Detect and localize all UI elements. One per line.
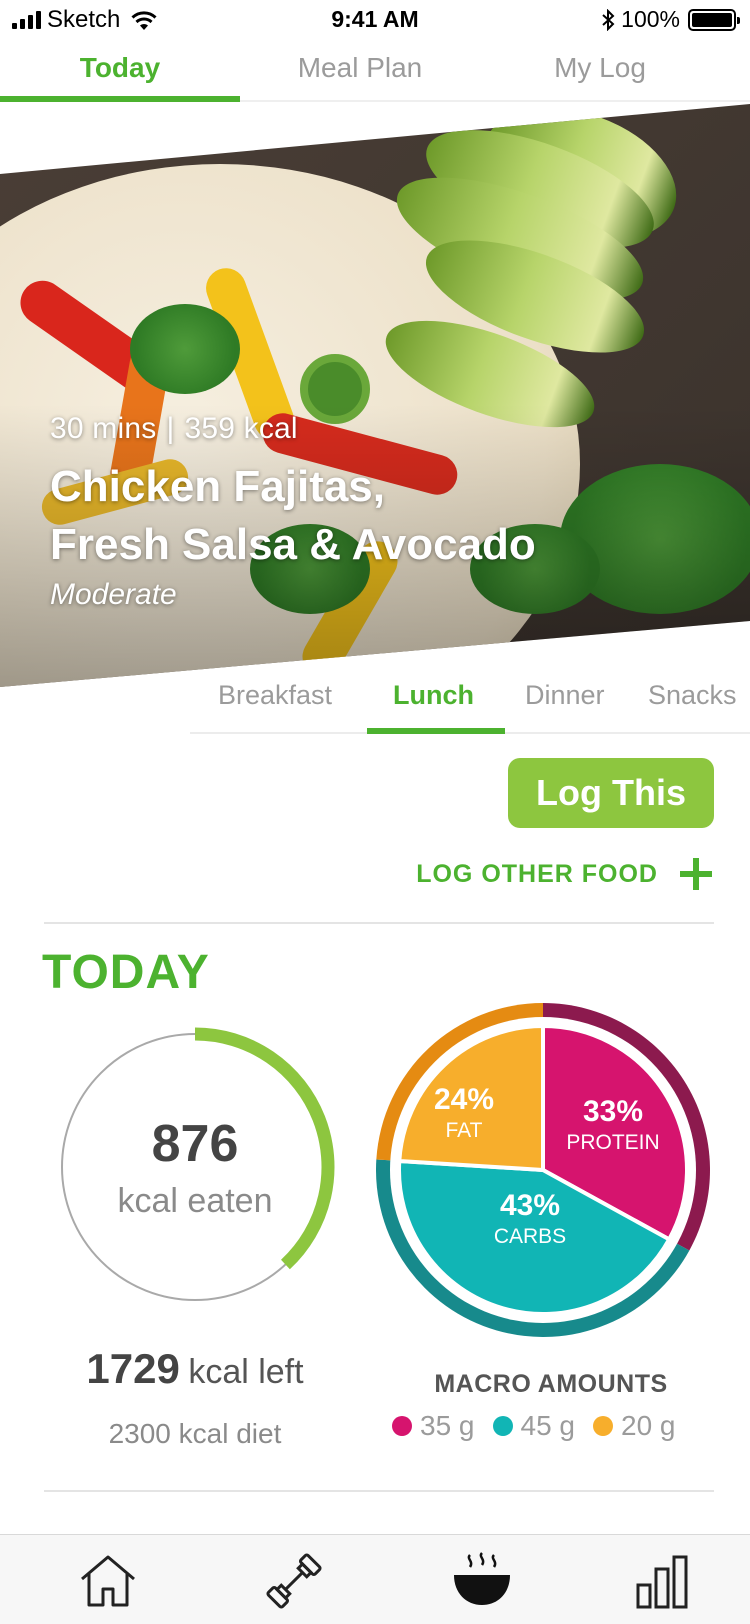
kcal-eaten-value: 876 — [151, 1115, 239, 1173]
tab-lunch[interactable]: Lunch — [393, 680, 474, 711]
carbs-name: CARBS — [493, 1225, 567, 1248]
bottom-nav — [0, 1534, 750, 1624]
recipe-title: Chicken Fajitas, Fresh Salsa & Avocado — [50, 458, 610, 574]
macro-fat-amount: 20 g — [593, 1410, 676, 1442]
nav-home[interactable] — [76, 1549, 140, 1613]
macro-carbs-amount: 45 g — [492, 1410, 575, 1442]
macro-protein-amount: 35 g — [392, 1410, 475, 1442]
log-other-food-button[interactable]: LOG OTHER FOOD — [416, 858, 712, 890]
kcal-left-value: 1729 — [86, 1345, 180, 1392]
recipe-difficulty: Moderate — [50, 578, 177, 611]
status-right: 100% — [601, 6, 740, 33]
status-left: Sketch — [12, 6, 158, 34]
log-this-button[interactable]: Log This — [508, 758, 714, 828]
bluetooth-icon — [602, 8, 615, 31]
fat-dot — [593, 1416, 613, 1436]
carrier-name: Sketch — [47, 6, 121, 33]
macro-pie-chart — [376, 1003, 710, 1337]
dumbbell-icon — [266, 1553, 322, 1609]
fat-name: FAT — [445, 1119, 483, 1142]
tab-dinner[interactable]: Dinner — [525, 680, 605, 711]
recipe-calories: 359 kcal — [184, 412, 298, 445]
calorie-ring: 876 kcal eaten — [50, 1022, 340, 1312]
kcal-left: 1729 kcal left — [0, 1345, 390, 1393]
nav-stats[interactable] — [630, 1549, 694, 1613]
bar-chart-icon — [636, 1555, 688, 1609]
carbs-percent: 43% — [499, 1189, 561, 1222]
pie-label-carbs: 43% CARBS — [460, 1189, 600, 1249]
top-tabs: Today Meal Plan My Log — [0, 44, 750, 102]
plus-icon — [680, 858, 712, 890]
nav-workouts[interactable] — [262, 1549, 326, 1613]
kcal-eaten-label: kcal eaten — [117, 1182, 273, 1220]
recipe-meta: 30 mins | 359 kcal — [50, 412, 610, 446]
status-bar: Sketch 9:41 AM 100% — [0, 0, 750, 40]
today-title: TODAY — [42, 946, 210, 999]
recipe-hero[interactable]: 30 mins | 359 kcal Chicken Fajitas, Fres… — [0, 104, 750, 694]
fat-percent: 24% — [433, 1083, 495, 1116]
tab-snacks[interactable]: Snacks — [648, 680, 737, 711]
wifi-icon — [131, 11, 157, 30]
divider-bottom — [44, 1490, 714, 1492]
macro-amounts: 35 g 45 g 20 g — [392, 1410, 676, 1442]
recipe-time: 30 mins — [50, 412, 157, 445]
macro-pie: 33% PROTEIN 43% CARBS 24% FAT — [376, 1003, 710, 1337]
battery-percent: 100% — [621, 6, 680, 32]
meal-tabs: Breakfast Lunch Dinner Snacks — [190, 676, 750, 734]
meal-tab-indicator — [367, 728, 505, 734]
signal-icon — [12, 11, 41, 29]
tab-today[interactable]: Today — [0, 44, 240, 102]
home-icon — [81, 1555, 135, 1607]
meta-separator: | — [166, 412, 175, 445]
tab-breakfast[interactable]: Breakfast — [218, 680, 332, 711]
log-other-food-label: LOG OTHER FOOD — [416, 859, 658, 888]
protein-dot — [392, 1416, 412, 1436]
recipe-title-line1: Chicken Fajitas, — [50, 462, 386, 511]
recipe-info: 30 mins | 359 kcal Chicken Fajitas, Fres… — [50, 412, 610, 612]
recipe-title-line2: Fresh Salsa & Avocado — [50, 520, 536, 569]
tab-my-log[interactable]: My Log — [480, 44, 720, 100]
protein-percent: 33% — [582, 1095, 644, 1128]
kcal-diet: 2300 kcal diet — [108, 1418, 282, 1449]
battery-icon — [688, 8, 740, 31]
nav-meals[interactable] — [450, 1549, 514, 1613]
kcal-left-label: kcal left — [188, 1353, 304, 1391]
tab-meal-plan[interactable]: Meal Plan — [240, 44, 480, 100]
divider — [44, 922, 714, 924]
meal-bowl-icon — [454, 1552, 510, 1605]
carbs-dot — [492, 1416, 513, 1436]
pie-label-protein: 33% PROTEIN — [543, 1095, 683, 1155]
protein-name: PROTEIN — [566, 1131, 660, 1154]
macro-amounts-title: MACRO AMOUNTS — [434, 1370, 668, 1398]
pie-label-fat: 24% FAT — [394, 1083, 534, 1143]
